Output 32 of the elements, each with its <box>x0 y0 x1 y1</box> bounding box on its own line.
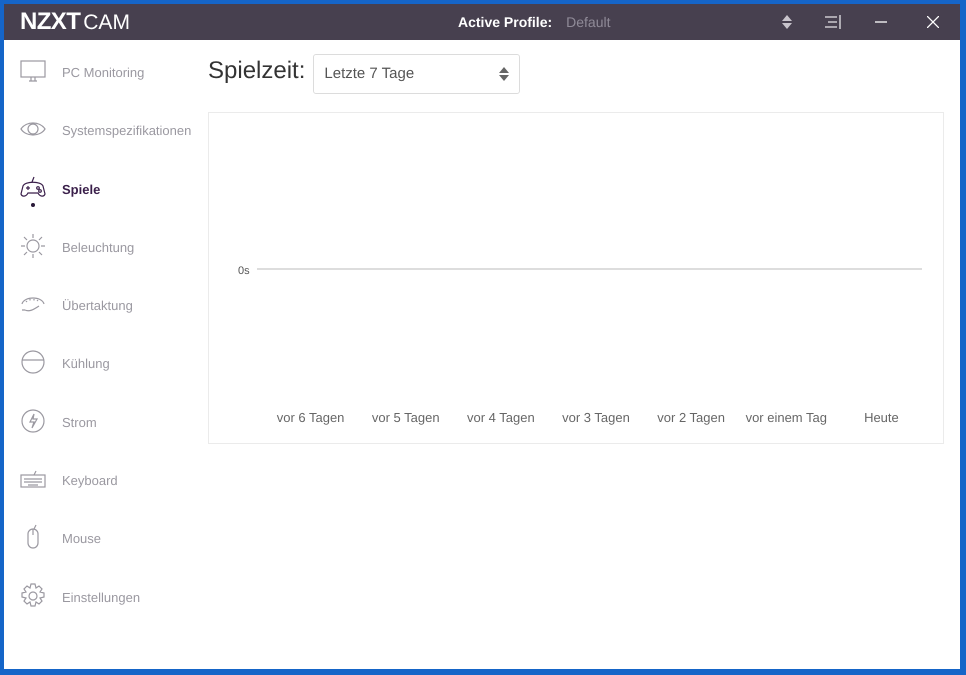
x-axis-label: vor 6 Tagen <box>276 409 344 427</box>
sidebar-item[interactable]: PC Monitoring <box>4 57 204 116</box>
x-axis-label: vor 5 Tagen <box>372 409 440 427</box>
lightning-icon <box>19 406 47 435</box>
menu-icon[interactable] <box>824 15 841 29</box>
sidebar-item[interactable]: Beleuchtung <box>4 232 204 290</box>
x-axis-label: vor 3 Tagen <box>562 409 630 427</box>
sidebar-item[interactable]: Keyboard <box>4 465 204 524</box>
sidebar-item[interactable]: Übertaktung <box>4 290 204 348</box>
x-axis-label: vor 2 Tagen <box>657 409 725 427</box>
y-tick-label: 0s <box>238 264 250 279</box>
sort-icon[interactable] <box>782 15 792 29</box>
logo-text: NZXT <box>20 7 80 37</box>
playtime-label: Spielzeit: <box>208 56 306 86</box>
sidebar-item[interactable]: Mouse <box>4 523 204 582</box>
x-axis-label: Heute <box>864 409 899 427</box>
sort-icon <box>499 67 510 81</box>
profile-label: Active Profile: <box>458 12 552 32</box>
sun-icon <box>19 232 47 260</box>
close-icon[interactable] <box>927 16 939 28</box>
x-axis-label: vor einem Tag <box>746 409 827 427</box>
logo-text: CAM <box>83 10 130 36</box>
x-axis-label: vor 4 Tagen <box>467 409 535 427</box>
sidebar-item[interactable]: Strom <box>4 406 204 466</box>
sidebar-item[interactable]: Systemspezifikationen <box>4 115 204 174</box>
profile-dropdown[interactable]: Default <box>566 12 610 32</box>
sidebar-item[interactable]: Einstellungen <box>4 582 204 640</box>
minimize-icon[interactable] <box>875 21 887 23</box>
range-select[interactable]: Letzte 7 Tage <box>313 54 520 94</box>
sidebar-item[interactable]: Spiele <box>4 174 204 232</box>
sidebar-item[interactable]: Kühlung <box>4 348 204 407</box>
cooling-icon <box>19 348 47 376</box>
